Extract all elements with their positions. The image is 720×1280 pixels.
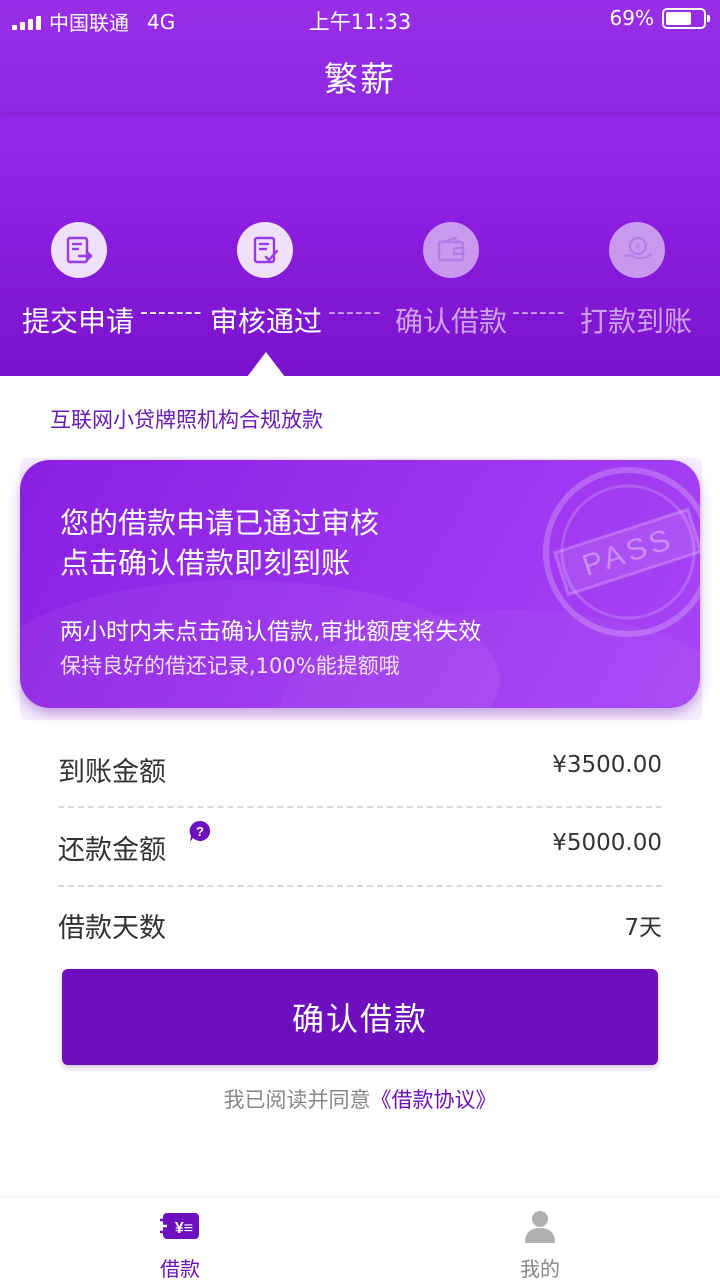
tab-label: 借款 bbox=[160, 1257, 200, 1280]
step-connector: ------ bbox=[328, 300, 382, 325]
battery-percent: 69% bbox=[609, 6, 654, 30]
detail-label: 到账金额 bbox=[58, 757, 166, 788]
card-headline: 您的借款申请已通过审核 bbox=[60, 506, 380, 540]
wallet-icon bbox=[423, 222, 479, 278]
help-icon[interactable]: ? bbox=[188, 820, 212, 844]
detail-label: 借款天数 bbox=[58, 913, 166, 944]
tab-bar: ¥≡ 借款 我的 bbox=[0, 1196, 720, 1280]
approval-card: PASS 您的借款申请已通过审核 点击确认借款即刻到账 两小时内未点击确认借款,… bbox=[20, 460, 700, 708]
tab-loan[interactable]: ¥≡ 借款 bbox=[120, 1209, 240, 1280]
card-warning: 两小时内未点击确认借款,审批额度将失效 bbox=[60, 619, 482, 645]
detail-value: 7天 bbox=[624, 915, 662, 941]
page-title: 繁薪 bbox=[324, 60, 396, 100]
agreement-notice: 我已阅读并同意《借款协议》 bbox=[0, 1084, 720, 1114]
license-text: 互联网小贷牌照机构合规放款 bbox=[50, 408, 323, 432]
confirm-loan-button[interactable]: 确认借款 bbox=[62, 969, 658, 1065]
card-tip: 保持良好的借还记录,100%能提额哦 bbox=[60, 654, 400, 678]
tab-label: 我的 bbox=[520, 1257, 560, 1280]
detail-row-repay: 还款金额 ¥5000.00 bbox=[58, 808, 662, 886]
detail-row-days: 借款天数 7天 bbox=[58, 886, 662, 964]
step-label-payout: 打款到账 bbox=[580, 305, 693, 338]
step-connector: ------- bbox=[140, 300, 203, 325]
svg-text:¥: ¥ bbox=[634, 241, 642, 253]
document-check-icon bbox=[237, 222, 293, 278]
card-subheadline: 点击确认借款即刻到账 bbox=[60, 546, 351, 580]
detail-value: ¥3500.00 bbox=[552, 752, 662, 778]
step-label-approved: 审核通过 bbox=[210, 305, 323, 338]
svg-text:¥≡: ¥≡ bbox=[175, 1220, 193, 1237]
pass-stamp-icon: PASS bbox=[543, 467, 700, 637]
detail-value: ¥5000.00 bbox=[552, 830, 662, 856]
loan-agreement-link[interactable]: 《借款协议》 bbox=[371, 1088, 497, 1112]
progress-steps: ¥ 提交申请 ------- 审核通过 ------ 确认借款 ------ 打… bbox=[0, 218, 720, 348]
step-label-submit: 提交申请 bbox=[22, 305, 135, 338]
yen-hand-icon: ¥ bbox=[609, 222, 665, 278]
step-connector: ------ bbox=[512, 300, 566, 325]
loan-card-icon: ¥≡ bbox=[160, 1213, 199, 1239]
battery-icon bbox=[662, 7, 710, 29]
document-transfer-icon bbox=[51, 222, 107, 278]
detail-label: 还款金额 bbox=[58, 835, 166, 866]
svg-text:?: ? bbox=[196, 824, 204, 839]
detail-row-received: 到账金额 ¥3500.00 bbox=[58, 730, 662, 808]
agreement-prefix: 我已阅读并同意 bbox=[223, 1088, 371, 1112]
step-label-confirm: 确认借款 bbox=[395, 305, 508, 338]
status-bar: 中国联通 4G 上午11:33 69% bbox=[0, 0, 720, 38]
tab-mine[interactable]: 我的 bbox=[480, 1209, 600, 1280]
user-icon bbox=[525, 1211, 555, 1243]
step-pointer bbox=[247, 352, 285, 377]
